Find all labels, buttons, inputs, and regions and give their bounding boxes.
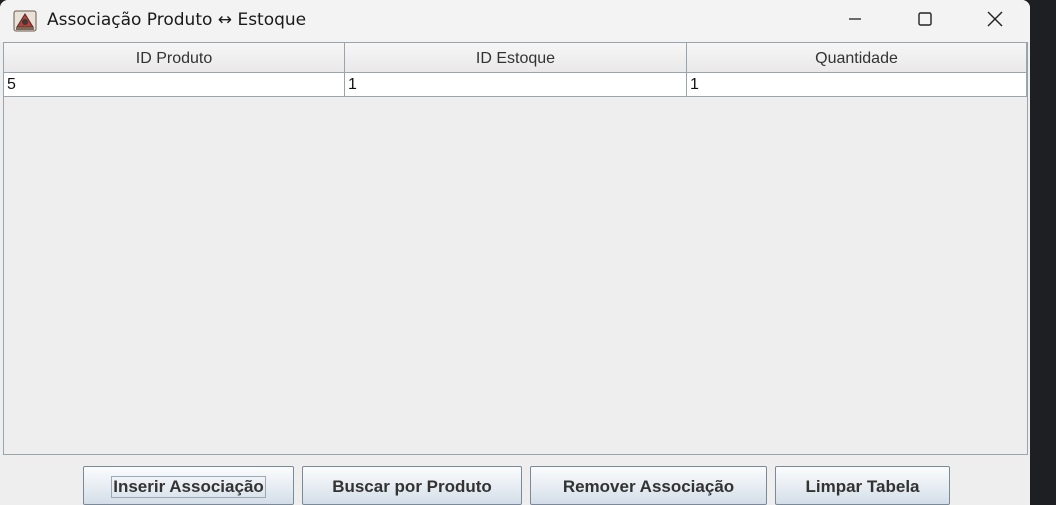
column-header-id-estoque[interactable]: ID Estoque xyxy=(345,42,687,73)
cell-id-estoque[interactable]: 1 xyxy=(345,73,687,97)
remove-association-button[interactable]: Remover Associação xyxy=(530,466,767,505)
maximize-button[interactable] xyxy=(890,0,960,42)
insert-association-label: Inserir Associação xyxy=(111,476,266,498)
table-row[interactable]: 5 1 1 xyxy=(4,73,1027,97)
cell-id-produto[interactable]: 5 xyxy=(4,73,345,97)
search-by-product-button[interactable]: Buscar por Produto xyxy=(302,466,522,505)
remove-association-label: Remover Associação xyxy=(562,477,735,496)
button-bar: Inserir Associação Buscar por Produto Re… xyxy=(0,456,1030,505)
clear-table-button[interactable]: Limpar Tabela xyxy=(775,466,950,505)
association-table[interactable]: ID Produto ID Estoque Quantidade 5 1 1 xyxy=(3,42,1028,455)
close-icon xyxy=(986,10,1004,32)
minimize-button[interactable] xyxy=(820,0,890,42)
app-window: Associação Produto ↔ Estoque ID Produto … xyxy=(0,0,1030,505)
table-header: ID Produto ID Estoque Quantidade xyxy=(4,42,1027,73)
minimize-icon xyxy=(847,11,863,31)
java-app-icon xyxy=(13,9,37,33)
column-header-quantidade[interactable]: Quantidade xyxy=(687,42,1027,73)
close-button[interactable] xyxy=(960,0,1030,42)
maximize-icon xyxy=(917,11,933,31)
insert-association-button[interactable]: Inserir Associação xyxy=(83,466,294,505)
window-title: Associação Produto ↔ Estoque xyxy=(47,10,307,30)
clear-table-label: Limpar Tabela xyxy=(805,477,920,496)
search-by-product-label: Buscar por Produto xyxy=(332,477,492,496)
cell-quantidade[interactable]: 1 xyxy=(687,73,1027,97)
column-header-id-produto[interactable]: ID Produto xyxy=(4,42,345,73)
title-bar[interactable]: Associação Produto ↔ Estoque xyxy=(0,0,1030,42)
